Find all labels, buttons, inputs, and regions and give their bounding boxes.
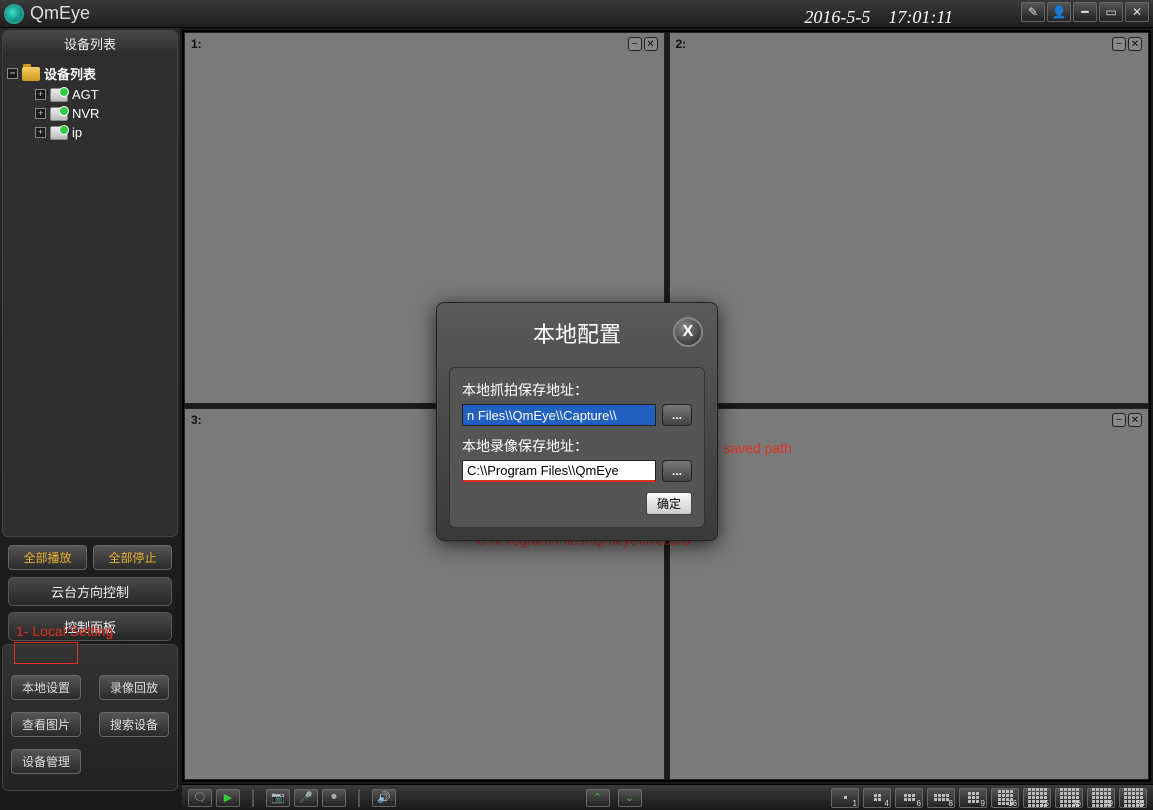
dialog-body: 本地抓拍保存地址： ... 本地录像保存地址： ... 确定 [449,367,705,528]
capture-browse-button[interactable]: ... [662,404,692,426]
local-config-dialog: 本地配置 X 本地抓拍保存地址： ... 本地录像保存地址： ... 确定 [436,302,718,541]
capture-path-label: 本地抓拍保存地址： [462,380,692,400]
dialog-overlay: 本地配置 X 本地抓拍保存地址： ... 本地录像保存地址： ... 确定 [0,0,1153,810]
record-path-label: 本地录像保存地址： [462,436,692,456]
dialog-close-button[interactable]: X [673,317,703,347]
capture-path-input[interactable] [462,404,656,426]
record-browse-button[interactable]: ... [662,460,692,482]
dialog-title: 本地配置 X [437,303,717,361]
record-path-input[interactable] [462,460,656,482]
dialog-title-text: 本地配置 [533,322,621,347]
dialog-ok-button[interactable]: 确定 [646,492,692,515]
